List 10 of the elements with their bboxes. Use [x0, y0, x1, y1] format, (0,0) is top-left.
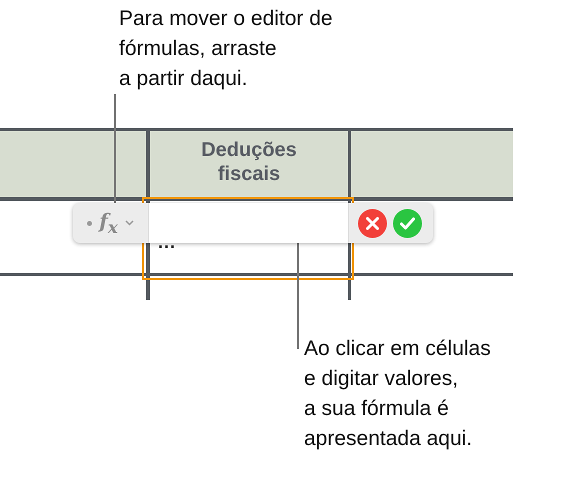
cancel-icon[interactable]	[358, 208, 387, 238]
callout-text: Ao clicar em células e digitar valores, a sua fórmula é apresentada aqui.	[304, 336, 491, 452]
drag-handle-icon[interactable]	[87, 220, 92, 226]
accept-icon[interactable]	[393, 208, 422, 238]
formula-field[interactable]	[148, 203, 349, 243]
formula-editor[interactable]: f$_{x}$	[73, 203, 433, 243]
column-header: Deduções fiscais	[200, 138, 298, 186]
callout-text: Para mover o editor de fórmulas, arraste a partir daqui.	[119, 6, 333, 92]
chevron-icon[interactable]	[124, 220, 134, 226]
function-label[interactable]: f$_{x}$	[99, 209, 118, 237]
